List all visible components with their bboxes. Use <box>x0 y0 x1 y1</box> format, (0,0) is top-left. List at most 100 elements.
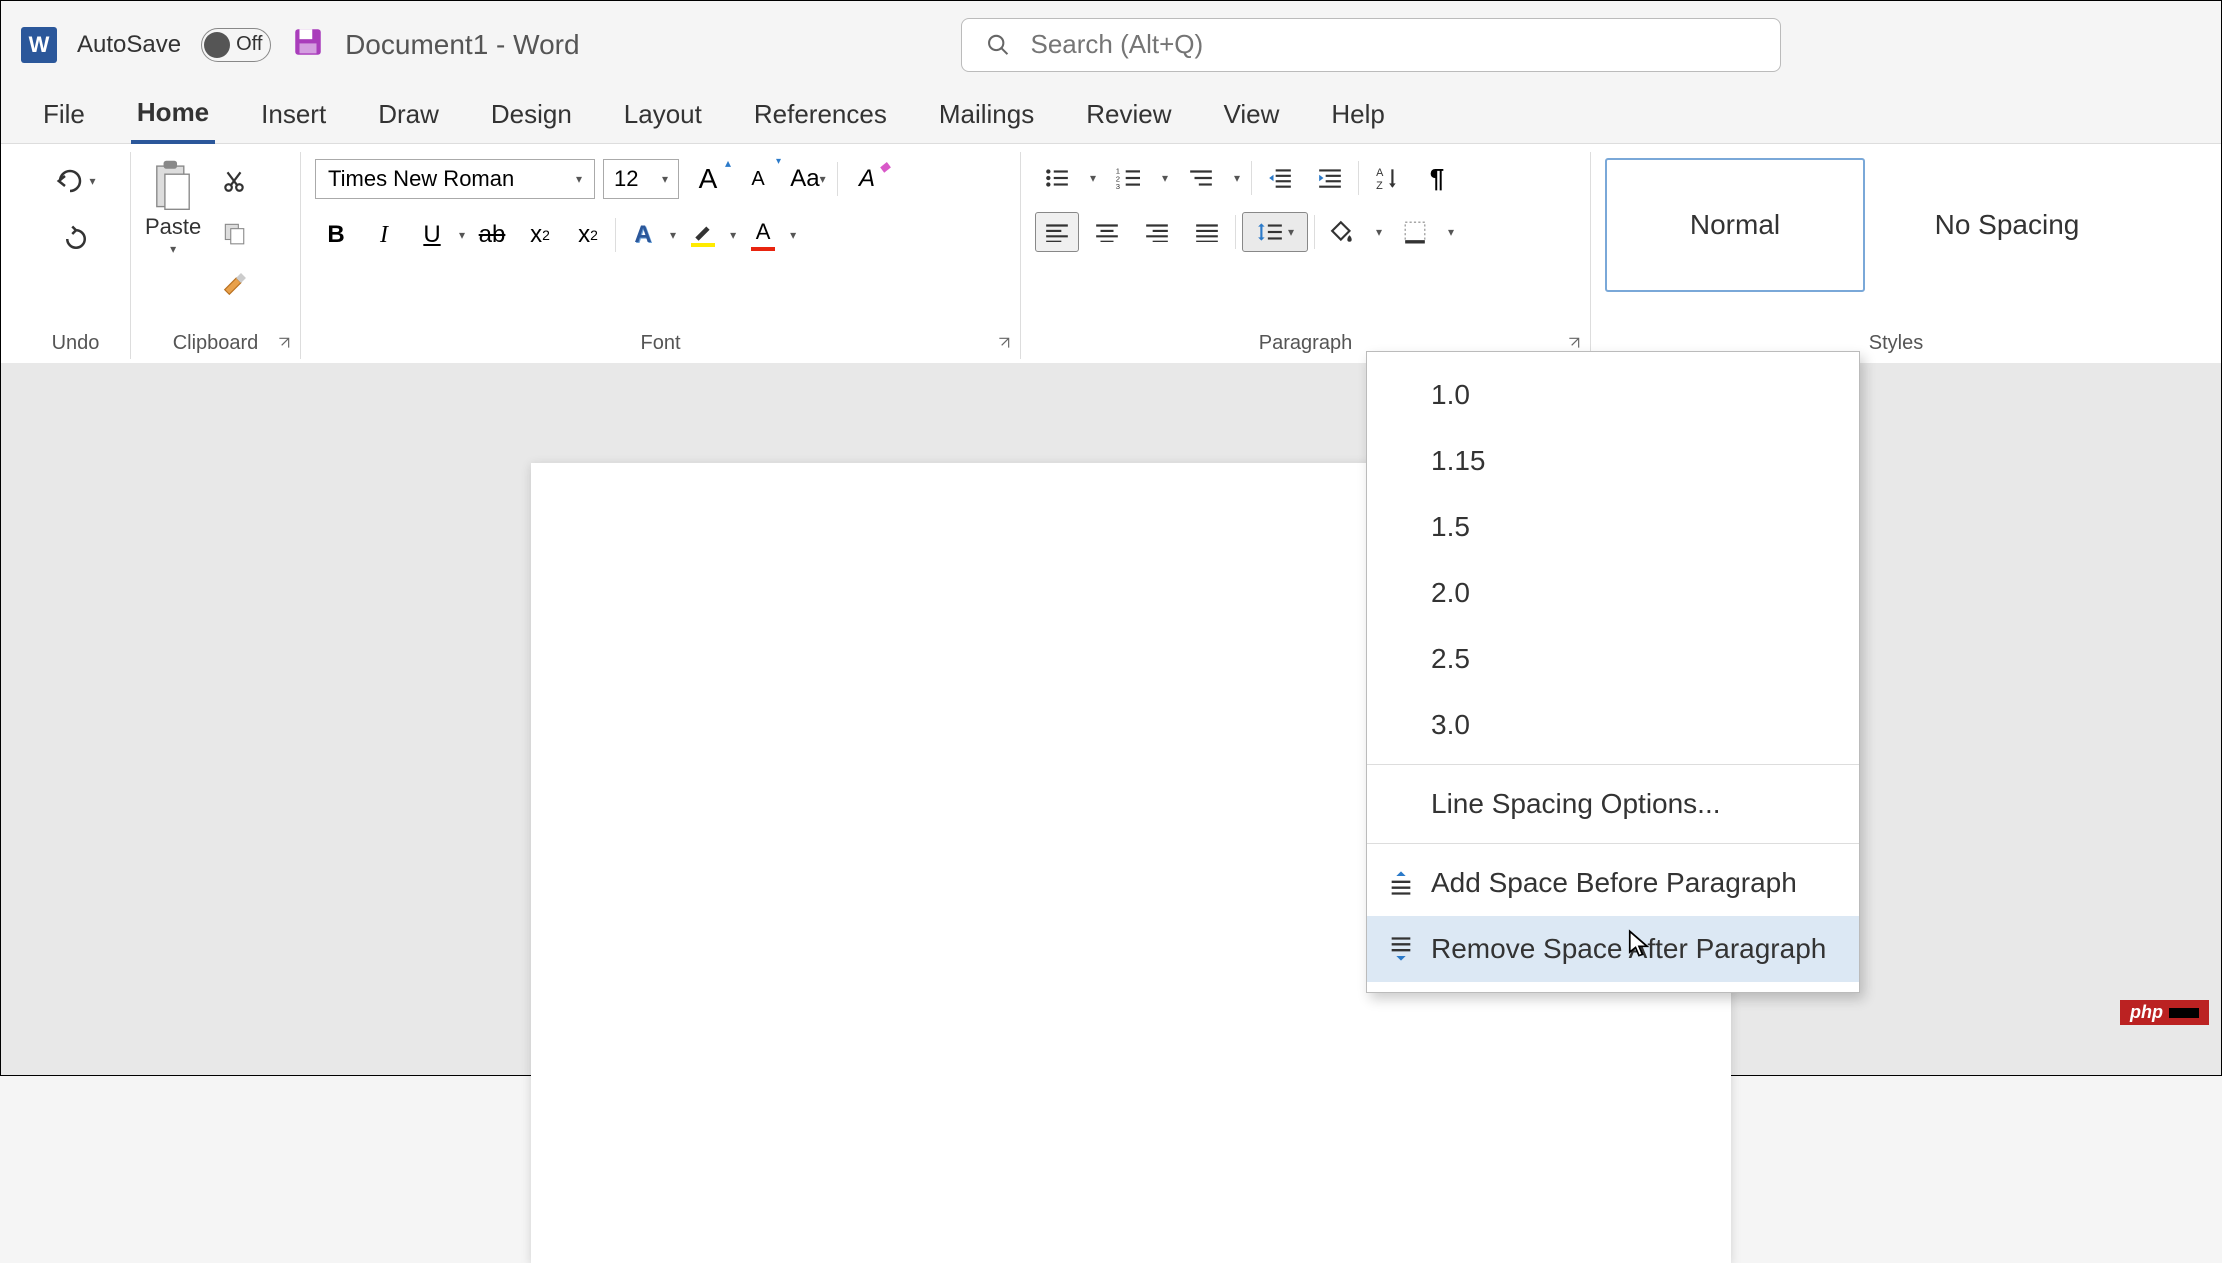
clear-formatting-button[interactable]: A◆ <box>846 158 888 200</box>
numbering-button[interactable]: 123 <box>1107 158 1151 198</box>
italic-button[interactable]: I <box>363 214 405 256</box>
multilevel-list-button[interactable] <box>1179 158 1223 198</box>
document-canvas <box>1 363 2221 1075</box>
font-name-value: Times New Roman <box>328 166 514 192</box>
tab-file[interactable]: File <box>37 89 91 142</box>
chevron-down-icon[interactable]: ▾ <box>1085 171 1101 185</box>
chevron-down-icon[interactable]: ▾ <box>670 228 676 242</box>
tab-review[interactable]: Review <box>1080 89 1177 142</box>
tab-design[interactable]: Design <box>485 89 578 142</box>
save-button[interactable] <box>291 25 325 64</box>
search-input[interactable] <box>1031 29 1757 60</box>
style-normal[interactable]: Normal <box>1605 158 1865 292</box>
text-effects-button[interactable]: A <box>622 214 664 256</box>
highlight-button[interactable] <box>682 214 724 256</box>
search-box[interactable] <box>961 18 1781 72</box>
borders-button[interactable] <box>1393 212 1437 252</box>
group-clipboard-label: Clipboard <box>145 326 286 355</box>
remove-space-after[interactable]: Remove Space After Paragraph <box>1367 916 1859 982</box>
group-undo: ▾ Undo <box>21 152 131 359</box>
spacing-2.0[interactable]: 2.0 <box>1367 560 1859 626</box>
group-paragraph: ▾ 123 ▾ ▾ AZ ¶ ▾ <box>1021 152 1591 359</box>
tab-layout[interactable]: Layout <box>618 89 708 142</box>
align-left-button[interactable] <box>1035 212 1079 252</box>
autosave-label: AutoSave <box>77 31 181 59</box>
tab-draw[interactable]: Draw <box>372 89 445 142</box>
copy-button[interactable] <box>211 210 257 256</box>
chevron-down-icon: ▾ <box>170 242 176 256</box>
tab-help[interactable]: Help <box>1325 89 1390 142</box>
tab-view[interactable]: View <box>1217 89 1285 142</box>
underline-button[interactable]: U <box>411 214 453 256</box>
remove-space-after-icon <box>1385 933 1417 965</box>
chevron-down-icon[interactable]: ▾ <box>1371 225 1387 239</box>
chevron-down-icon[interactable]: ▾ <box>730 228 736 242</box>
strikethrough-button[interactable]: ab <box>471 214 513 256</box>
font-size-combo[interactable]: 12 ▾ <box>603 159 679 199</box>
subscript-button[interactable]: x2 <box>519 214 561 256</box>
font-size-value: 12 <box>614 166 638 192</box>
bold-button[interactable]: B <box>315 214 357 256</box>
format-painter-button[interactable] <box>211 262 257 308</box>
spacing-1.5[interactable]: 1.5 <box>1367 494 1859 560</box>
cut-button[interactable] <box>211 158 257 204</box>
font-name-combo[interactable]: Times New Roman ▾ <box>315 159 595 199</box>
group-font: Times New Roman▾ 12▾ A▴ A▾ Aa▾ A◆ B I U … <box>301 152 1021 359</box>
paragraph-launcher[interactable] <box>1564 333 1584 353</box>
svg-text:A: A <box>1376 167 1384 179</box>
spacing-1.0[interactable]: 1.0 <box>1367 362 1859 428</box>
grow-font-button[interactable]: A▴ <box>687 158 729 200</box>
paste-button[interactable]: Paste ▾ <box>145 158 201 256</box>
spacing-1.15[interactable]: 1.15 <box>1367 428 1859 494</box>
increase-indent-button[interactable] <box>1308 158 1352 198</box>
chevron-down-icon: ▾ <box>820 172 826 186</box>
word-app-icon: W <box>21 27 57 63</box>
add-space-before[interactable]: Add Space Before Paragraph <box>1367 850 1859 916</box>
document-title: Document1 - Word <box>345 29 579 61</box>
chevron-down-icon[interactable]: ▾ <box>1157 171 1173 185</box>
group-font-label: Font <box>315 326 1006 355</box>
align-right-button[interactable] <box>1135 212 1179 252</box>
group-clipboard: Paste ▾ Clipboard <box>131 152 301 359</box>
decrease-indent-button[interactable] <box>1258 158 1302 198</box>
toggle-knob <box>204 32 230 58</box>
sort-button[interactable]: AZ <box>1365 158 1409 198</box>
chevron-down-icon: ▾ <box>1288 225 1294 239</box>
tab-references[interactable]: References <box>748 89 893 142</box>
tab-insert[interactable]: Insert <box>255 89 332 142</box>
chevron-down-icon: ▾ <box>89 174 95 188</box>
font-launcher[interactable] <box>994 333 1014 353</box>
search-icon <box>986 32 1011 58</box>
line-spacing-button[interactable]: ▾ <box>1242 212 1308 252</box>
tab-mailings[interactable]: Mailings <box>933 89 1040 142</box>
font-color-button[interactable]: A <box>742 214 784 256</box>
menu-separator <box>1367 764 1859 765</box>
chevron-down-icon: ▾ <box>662 172 668 186</box>
bullets-button[interactable] <box>1035 158 1079 198</box>
redo-button[interactable] <box>53 216 99 262</box>
chevron-down-icon[interactable]: ▾ <box>1443 225 1459 239</box>
change-case-button[interactable]: Aa▾ <box>787 158 829 200</box>
spacing-2.5[interactable]: 2.5 <box>1367 626 1859 692</box>
autosave-toggle[interactable]: Off <box>201 28 271 62</box>
chevron-down-icon[interactable]: ▾ <box>1229 171 1245 185</box>
tab-home[interactable]: Home <box>131 87 215 144</box>
mouse-cursor-icon <box>1627 929 1651 964</box>
clipboard-launcher[interactable] <box>274 333 294 353</box>
show-marks-button[interactable]: ¶ <box>1415 158 1459 198</box>
style-no-spacing[interactable]: No Spacing <box>1877 158 2137 292</box>
shading-button[interactable] <box>1321 212 1365 252</box>
svg-text:3: 3 <box>1116 182 1120 189</box>
undo-button[interactable]: ▾ <box>53 158 99 204</box>
chevron-down-icon: ▾ <box>576 172 582 186</box>
line-spacing-options[interactable]: Line Spacing Options... <box>1367 771 1859 837</box>
ribbon-tabs: File Home Insert Draw Design Layout Refe… <box>1 88 2221 144</box>
align-center-button[interactable] <box>1085 212 1129 252</box>
shrink-font-button[interactable]: A▾ <box>737 158 779 200</box>
chevron-down-icon[interactable]: ▾ <box>459 228 465 242</box>
superscript-button[interactable]: x2 <box>567 214 609 256</box>
spacing-3.0[interactable]: 3.0 <box>1367 692 1859 758</box>
justify-button[interactable] <box>1185 212 1229 252</box>
chevron-down-icon[interactable]: ▾ <box>790 228 796 242</box>
group-styles: Normal No Spacing Styles <box>1591 152 2201 359</box>
